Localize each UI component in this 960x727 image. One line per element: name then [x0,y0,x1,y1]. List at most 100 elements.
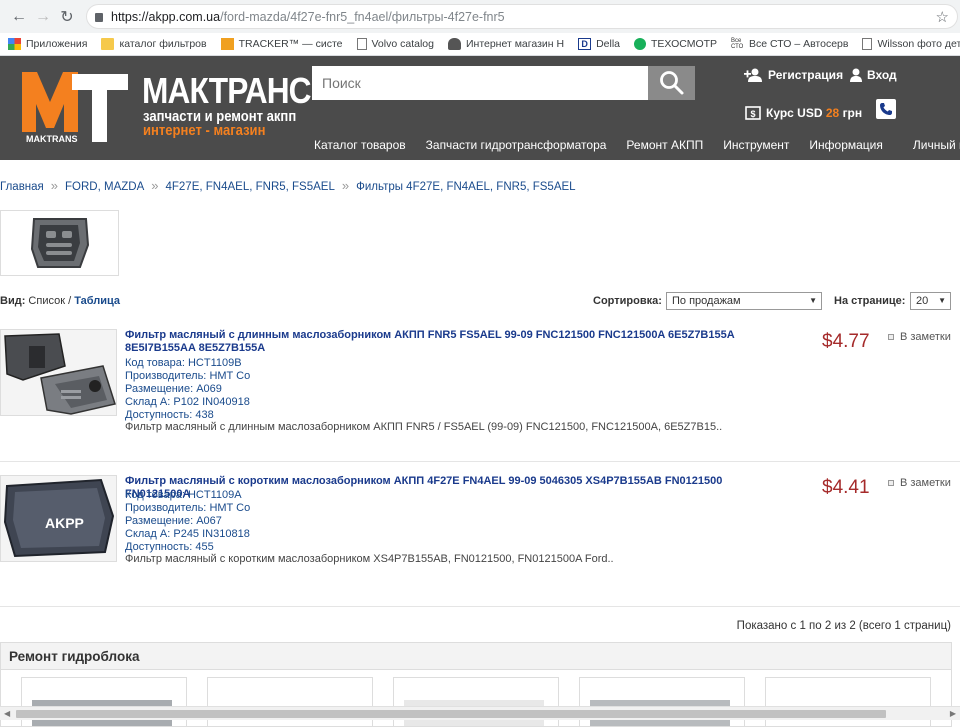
pagination-info: Показано с 1 по 2 из 2 (всего 1 страниц) [736,620,951,632]
breadcrumb-separator-icon: » [151,178,159,193]
product-stock-value: P102 IN040918 [173,396,250,408]
nav-account[interactable]: Личный кабинет [913,138,960,152]
breadcrumb-separator-icon: » [341,178,350,193]
money-icon: $ [745,106,761,120]
nav-catalog[interactable]: Каталог товаров [314,138,406,152]
product-description: Фильтр масляный с длинным маслозаборнико… [125,421,723,433]
product-image[interactable] [0,329,117,416]
product-image[interactable]: AKPP [0,475,117,562]
bookmark-label: каталог фильтров [119,38,207,50]
breadcrumb-model[interactable]: 4F27E, FN4AEL, FNR5, FS5AEL [165,181,334,193]
bookmark-apps[interactable]: Приложения [8,38,87,50]
wishlist-label: В заметки [900,477,951,489]
nav-info[interactable]: Информация [809,138,882,152]
product-divider [0,461,960,462]
bookmark-label: Wilsson фото детале [877,38,960,50]
apps-grid-icon [8,38,21,50]
bookmark-wilsson[interactable]: Wilsson фото детале [862,38,960,50]
scrollbar-thumb[interactable] [16,710,886,718]
scroll-right-icon[interactable]: ▶ [950,709,956,718]
product-avail-value: 438 [195,409,214,421]
phone-icon [880,103,892,115]
search-input[interactable] [312,66,648,100]
page-icon [862,38,873,50]
main-nav: Каталог товаров Запчасти гидротрансформа… [314,138,960,152]
product-stock: Склад А: P102 IN040918 [125,396,250,409]
bookmark-tech-inspection[interactable]: ТЕХОСМОТР [634,38,717,50]
register-link[interactable]: Регистрация [744,68,843,82]
repair-panel-title: Ремонт гидроблока [1,643,951,670]
sto-icon: Все СТО [731,38,744,50]
logo-tagline: интернет - магазин [143,123,266,139]
checkbox-icon [888,334,894,340]
register-label: Регистрация [768,68,844,82]
currency-rate: $ Курс USD 28 грн [745,106,862,120]
bookmark-star-icon[interactable]: ☆ [936,8,949,26]
reload-icon[interactable]: ↻ [54,4,80,30]
logo-mark[interactable]: MAKTRANS [22,66,128,144]
breadcrumb-separator-icon: » [50,178,59,193]
forward-arrow-icon[interactable]: → [30,4,56,30]
product-code-value: HCT1109B [187,357,242,369]
view-table-link[interactable]: Таблица [74,295,120,307]
tracker-icon [220,38,234,50]
bookmark-shop[interactable]: Интернет магазин Н [447,38,564,50]
nav-tools[interactable]: Инструмент [723,138,789,152]
rate-prefix: Курс USD [766,106,823,120]
bookmark-sto[interactable]: Все СТО Все СТО – Автосерв [731,38,848,50]
product-place-label: Размещение: [125,383,194,395]
horizontal-scrollbar[interactable]: ◀ ▶ [0,706,960,720]
page-root: { "browser": { "url_host": "https://akpp… [0,0,960,727]
breadcrumb-current[interactable]: Фильтры 4F27E, FN4AEL, FNR5, FS5AEL [356,181,575,193]
product-stock: Склад А: P245 IN310818 [125,528,250,541]
breadcrumb-brand[interactable]: FORD, MAZDA [65,181,144,193]
folder-icon [101,38,115,50]
bookmark-label: ТЕХОСМОТР [651,38,718,50]
product-place-value: A069 [196,383,222,395]
wishlist-label: В заметки [900,331,951,343]
sort-select[interactable]: По продажам ▼ [666,292,822,310]
sort-value: По продажам [672,295,741,307]
rate-suffix: грн [842,106,863,120]
bookmark-tracker[interactable]: TRACKER™ — систе [220,38,343,50]
product-code-label: Код товара: [125,489,185,501]
url-field[interactable]: https://akpp.com.ua/ford-mazda/4f27e-fnr… [86,4,958,29]
wishlist-checkbox[interactable]: В заметки [888,331,951,343]
bookmark-filters-catalog[interactable]: каталог фильтров [101,38,207,50]
product-image-text: AKPP [45,515,84,531]
product-stock-value: P245 IN310818 [173,528,250,540]
dropdown-arrow-icon: ▼ [809,296,817,305]
rate-value: 28 [825,106,840,120]
bookmark-label: Приложения [26,38,88,50]
view-separator: / [65,295,75,307]
view-list-link[interactable]: Список [28,295,65,307]
search-button[interactable] [648,66,695,100]
product-place-value: A067 [196,515,222,527]
product-maker: Производитель: HMT Co [125,502,250,515]
wishlist-checkbox[interactable]: В заметки [888,477,951,489]
perpage-label: На странице: [834,295,906,307]
logo-badge: MAKTRANS [26,134,78,144]
product-title[interactable]: Фильтр масляный с длинным маслозаборнико… [125,329,765,355]
product-place-label: Размещение: [125,515,194,527]
bookmark-della[interactable]: D Della [578,38,620,50]
product-stock-label: Склад А: [125,396,171,408]
search-icon [659,71,683,95]
scroll-left-icon[interactable]: ◀ [4,709,10,718]
phone-button[interactable] [876,99,896,119]
bookmark-volvo[interactable]: Volvo catalog [356,38,434,50]
perpage-select[interactable]: 20 ▼ [910,292,951,310]
product-code: Код товара: HCT1109B [125,357,242,370]
back-arrow-icon[interactable]: ← [6,4,32,30]
login-link[interactable]: Вход [850,68,897,82]
product-item: AKPP Фильтр масляный с коротким маслозаб… [0,475,960,575]
site-header: MAKTRANS МАКТРАНС запчасти и ремонт акпп… [0,56,960,160]
nav-repair[interactable]: Ремонт АКПП [626,138,703,152]
breadcrumb-home[interactable]: Главная [0,181,44,193]
url-path: /ford-mazda/4f27e-fnr5_fn4ael/фильтры-4f… [220,9,505,24]
nav-converter-parts[interactable]: Запчасти гидротрансформатора [426,138,607,152]
della-icon: D [578,38,592,50]
url-host: https://akpp.com.ua [111,9,221,24]
product-maker-value: HMT Co [209,502,251,514]
filter-image [30,218,89,268]
